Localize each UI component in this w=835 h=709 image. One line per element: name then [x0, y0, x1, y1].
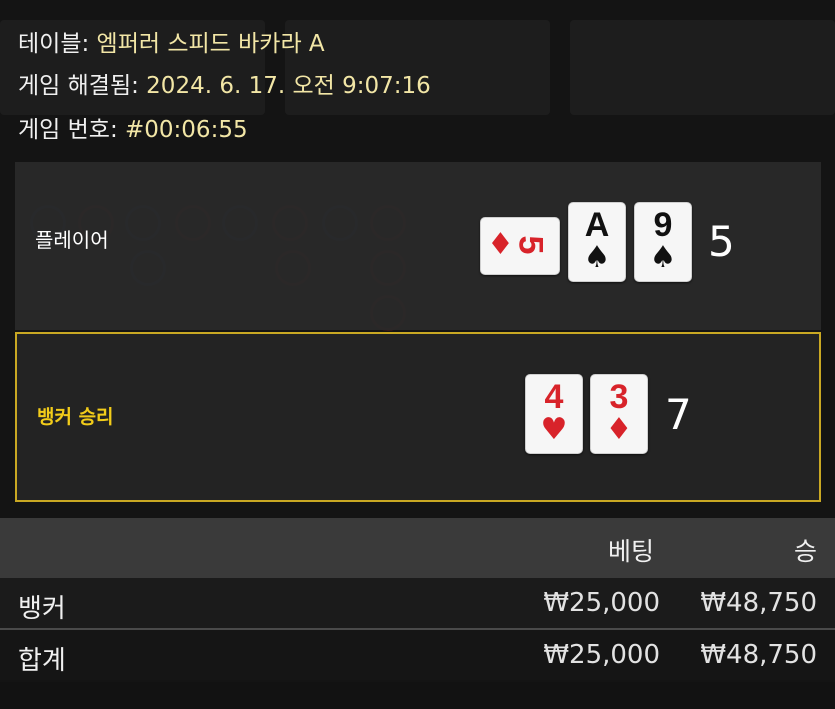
results-table-header: 베팅 승 — [0, 518, 835, 578]
player-card-2-rank: A — [584, 206, 610, 244]
banker-card-1-suit: ♥ — [540, 412, 568, 447]
player-card-2-suit: ♠ — [583, 240, 611, 275]
banker-card-1: 4 ♥ — [525, 374, 583, 454]
player-label: 플레이어 — [35, 228, 109, 252]
row-total-win: ₩48,750 — [700, 640, 817, 670]
game-resolved-value: 2024. 6. 17. 오전 9:07:16 — [146, 73, 431, 99]
banker-card-2-suit: ♦ — [605, 412, 633, 447]
game-number-value: #00:06:55 — [125, 117, 248, 143]
player-card-1-rank: 5 — [511, 235, 550, 255]
player-card-3: 9 ♠ — [634, 202, 692, 282]
player-hand-panel: 플레이어 ♦ 5 A ♠ 9 ♠ 5 — [15, 162, 821, 330]
row-banker-bet: ₩25,000 — [543, 588, 660, 618]
game-number-line: 게임 번호: #00:06:55 — [18, 110, 248, 144]
banker-card-2: 3 ♦ — [590, 374, 648, 454]
row-banker-win: ₩48,750 — [700, 588, 817, 618]
banker-win-label: 뱅커 승리 — [37, 406, 114, 428]
game-resolved-label: 게임 해결됨: — [18, 73, 147, 99]
player-score: 5 — [708, 217, 735, 266]
table-row-banker: 뱅커 ₩25,000 ₩48,750 — [0, 578, 835, 630]
player-card-3-suit: ♠ — [649, 240, 677, 275]
table-name-label: 테이블: — [18, 31, 97, 57]
bottom-strip — [0, 682, 835, 709]
game-number-label: 게임 번호: — [18, 117, 126, 143]
row-banker-label: 뱅커 — [18, 594, 66, 624]
row-total-bet: ₩25,000 — [543, 640, 660, 670]
header-win: 승 — [793, 537, 817, 566]
row-total-label: 합계 — [18, 646, 66, 676]
header-bet: 베팅 — [608, 537, 655, 566]
table-row-total: 합계 ₩25,000 ₩48,750 — [0, 630, 835, 680]
game-resolved-line: 게임 해결됨: 2024. 6. 17. 오전 9:07:16 — [18, 66, 431, 100]
player-card-3-rank: 9 — [653, 206, 673, 244]
table-name-value: 엠퍼러 스피드 바카라 A — [96, 31, 325, 57]
banker-score: 7 — [665, 390, 692, 439]
banker-card-2-rank: 3 — [609, 378, 629, 416]
player-card-2: A ♠ — [568, 202, 626, 282]
banker-hand-panel: 뱅커 승리 4 ♥ 3 ♦ 7 — [15, 332, 821, 502]
player-card-1-suit: ♦ — [487, 227, 514, 262]
banker-card-1-rank: 4 — [544, 378, 564, 416]
player-card-1: ♦ 5 — [480, 217, 560, 275]
table-name-line: 테이블: 엠퍼러 스피드 바카라 A — [18, 24, 325, 58]
